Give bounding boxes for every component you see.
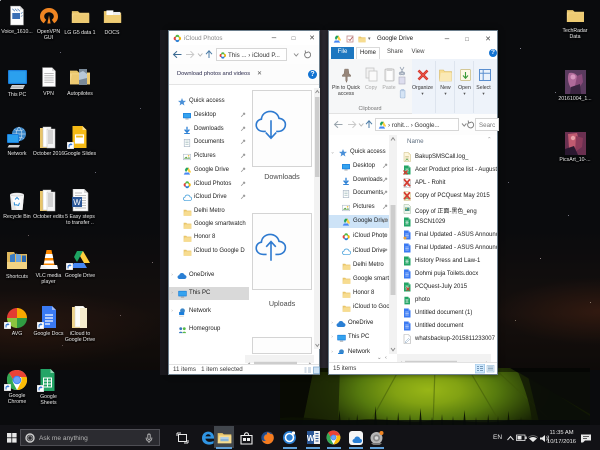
svg-text:W: W — [307, 434, 315, 443]
